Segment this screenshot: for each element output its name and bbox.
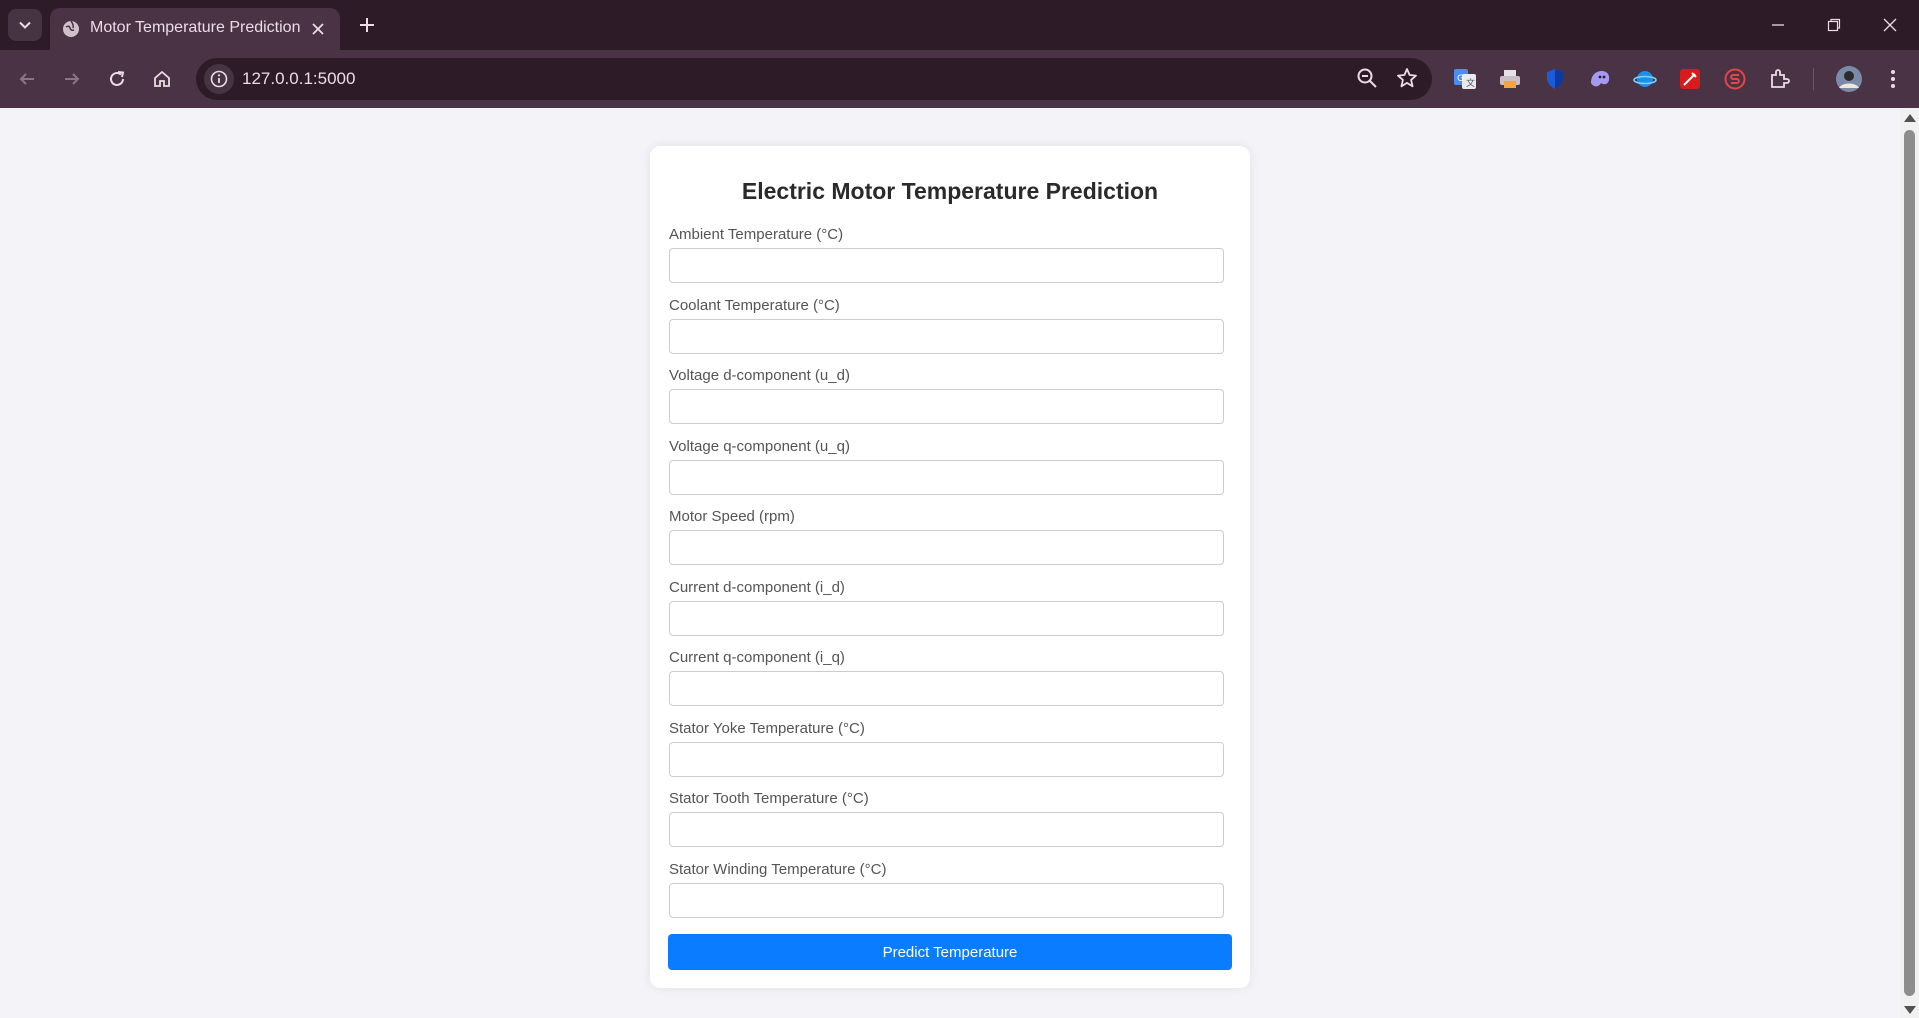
planet-icon[interactable] [1632,66,1658,92]
field-label: Stator Tooth Temperature (°C) [669,790,869,807]
arrow-right-icon [65,73,80,85]
svg-text:G: G [1457,74,1464,84]
browser-toolbar: 127.0.0.1:5000 G文 [0,50,1919,108]
browser-titlebar: Motor Temperature Prediction [0,0,1919,50]
close-icon [1883,18,1897,32]
field-motor-speed: Motor Speed (rpm) [668,508,1232,579]
stator-tooth-temperature-input[interactable] [669,812,1224,847]
scroll-up-arrow-icon[interactable] [1904,114,1916,122]
field-current-d: Current d-component (i_d) [668,579,1232,650]
field-coolant-temperature: Coolant Temperature (°C) [668,297,1232,368]
site-info-button[interactable] [204,64,234,94]
reload-button[interactable] [100,62,134,96]
toolbar-separator [1813,68,1814,90]
field-stator-yoke: Stator Yoke Temperature (°C) [668,720,1232,791]
home-icon [154,70,170,87]
minimize-button[interactable] [1750,0,1806,50]
new-tab-button[interactable] [352,10,382,40]
field-label: Stator Yoke Temperature (°C) [669,719,865,737]
globe-icon [63,20,79,37]
field-label: Stator Winding Temperature (°C) [669,860,887,878]
field-label: Motor Speed (rpm) [669,508,795,525]
star-icon [1397,68,1417,88]
field-voltage-d: Voltage d-component (u_d) [668,367,1232,438]
printer-icon[interactable] [1497,66,1523,92]
red-s-icon[interactable] [1722,66,1748,92]
arrow-left-icon [19,73,34,85]
address-bar[interactable]: 127.0.0.1:5000 [196,58,1432,100]
field-stator-winding: Stator Winding Temperature (°C) [668,861,1232,932]
shield-icon[interactable] [1542,66,1568,92]
ambient-temperature-input[interactable] [669,248,1224,283]
stator-winding-temperature-input[interactable] [669,882,1224,918]
reload-icon [110,71,125,86]
forward-button[interactable] [55,62,89,96]
red-pen-icon[interactable] [1677,66,1703,92]
prediction-form: Ambient Temperature (°C) Coolant Tempera… [668,226,1232,931]
motor-speed-input[interactable] [669,530,1224,565]
minimize-icon [1772,24,1784,26]
field-current-q: Current q-component (i_q) [668,649,1232,720]
menu-button[interactable] [1880,66,1906,92]
puzzle-extensions-icon[interactable] [1767,66,1793,92]
field-label: Voltage q-component (u_q) [669,437,850,455]
svg-text:文: 文 [1466,77,1475,89]
zoom-button[interactable] [1356,67,1378,94]
field-voltage-q: Voltage q-component (u_q) [668,438,1232,509]
back-button[interactable] [10,62,44,96]
coolant-temperature-input[interactable] [669,318,1224,354]
tab-search-button[interactable] [8,9,42,41]
field-label: Voltage d-component (u_d) [669,367,850,384]
home-button[interactable] [145,62,179,96]
chevron-down-icon [19,21,31,29]
field-ambient-temperature: Ambient Temperature (°C) [668,226,1232,297]
field-label: Current q-component (i_q) [669,649,845,666]
stator-yoke-temperature-input[interactable] [669,741,1224,777]
zoom-out-icon [1357,68,1377,88]
page-title: Electric Motor Temperature Prediction [741,178,1159,204]
google-translate-icon[interactable]: G文 [1452,66,1478,92]
url-text: 127.0.0.1:5000 [242,69,356,88]
voltage-q-input[interactable] [669,459,1224,495]
profile-avatar[interactable] [1834,64,1864,94]
browser-tab-active[interactable]: Motor Temperature Prediction [50,8,340,50]
field-label: Coolant Temperature (°C) [669,296,840,314]
current-q-input[interactable] [669,671,1224,706]
kebab-menu-icon [1891,70,1895,88]
tab-title: Motor Temperature Prediction [90,19,301,36]
restore-icon [1827,18,1841,32]
close-icon [312,23,324,35]
close-window-button[interactable] [1862,0,1918,50]
field-label: Current d-component (i_d) [669,578,845,596]
plus-icon [360,18,374,32]
field-label: Ambient Temperature (°C) [669,226,844,243]
close-tab-button[interactable] [306,17,330,41]
restore-button[interactable] [1806,0,1862,50]
page-scrollbar[interactable] [1900,108,1919,1018]
current-d-input[interactable] [669,600,1224,636]
voltage-d-input[interactable] [669,389,1224,424]
info-icon [210,70,228,88]
scrollbar-thumb[interactable] [1904,130,1915,996]
predict-temperature-button[interactable]: Predict Temperature [668,934,1232,970]
scroll-down-arrow-icon[interactable] [1904,1006,1916,1014]
bookmark-button[interactable] [1396,67,1418,94]
field-stator-tooth: Stator Tooth Temperature (°C) [668,790,1232,861]
ghost-icon[interactable] [1587,66,1613,92]
prediction-form-card: Electric Motor Temperature Prediction Am… [650,146,1250,988]
